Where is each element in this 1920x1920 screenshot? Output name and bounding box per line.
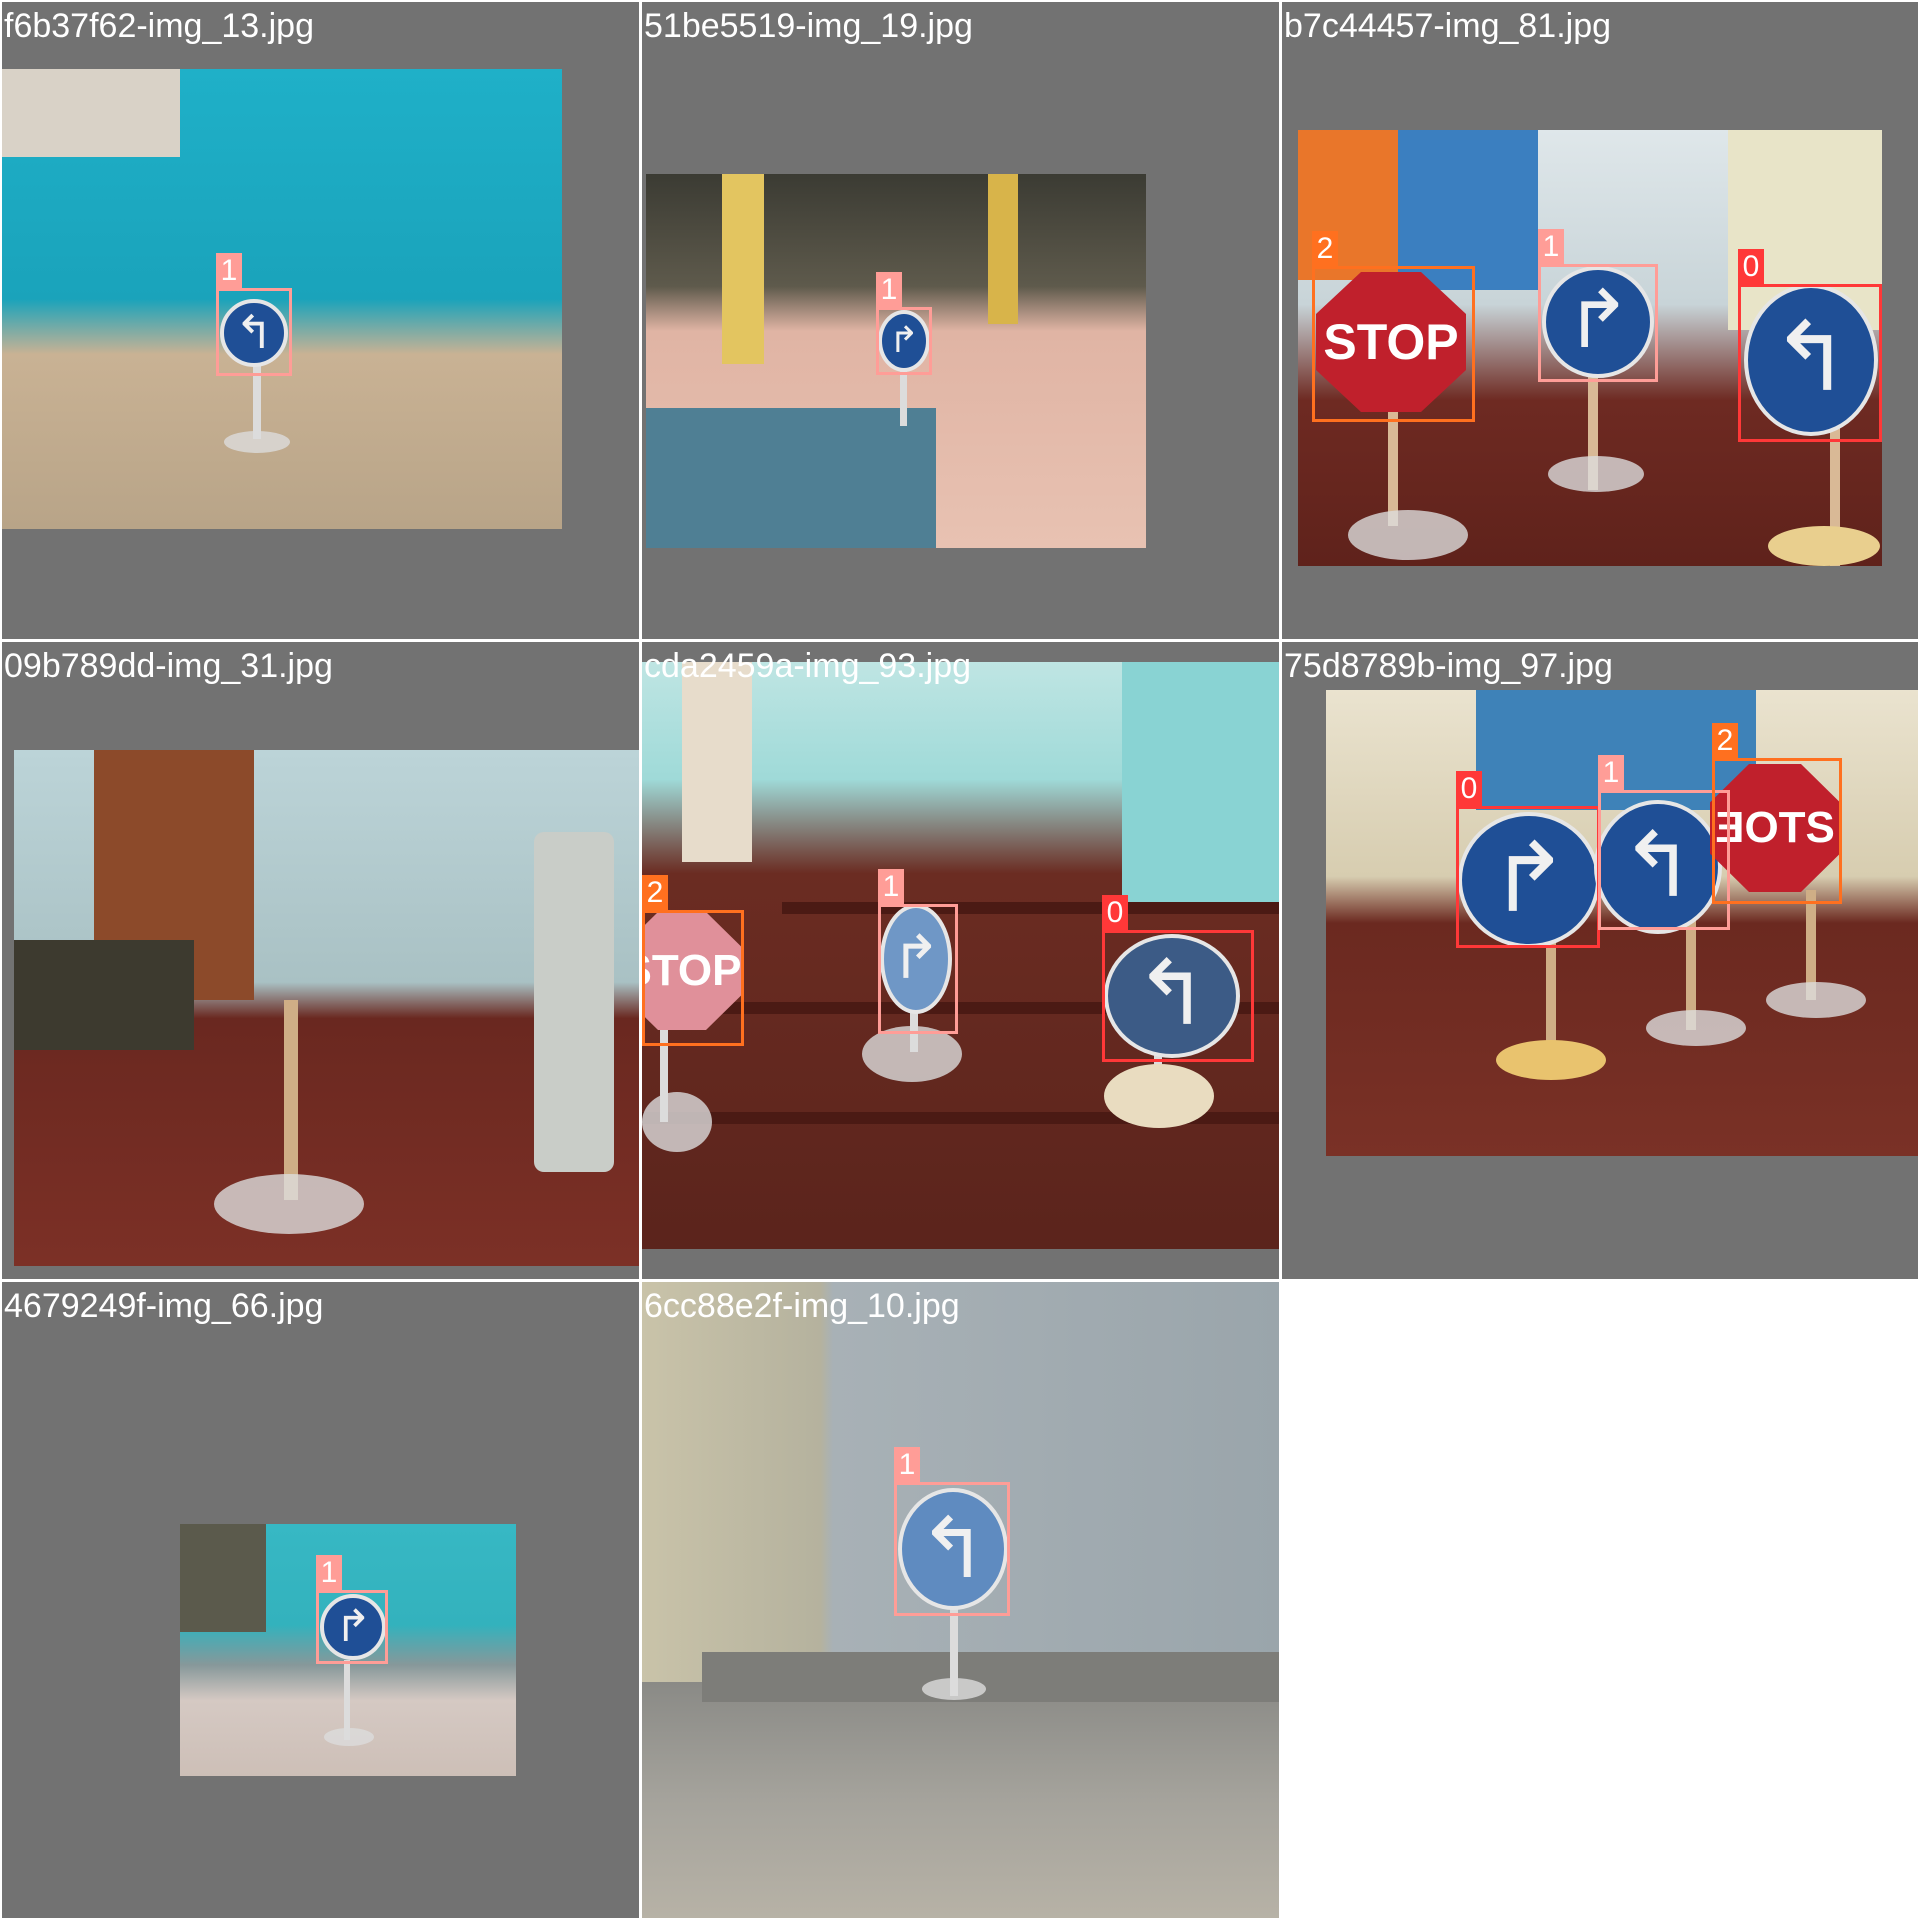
- image-filename: 09b789dd-img_31.jpg: [4, 647, 333, 685]
- ground: [642, 1682, 1279, 1918]
- ledge: [646, 408, 936, 548]
- class-label: 0: [1456, 771, 1482, 807]
- detection-box[interactable]: 1: [216, 253, 292, 376]
- sign-base: [324, 1728, 374, 1746]
- detection-box[interactable]: 1: [878, 869, 958, 1034]
- detection-box[interactable]: 0: [1102, 895, 1254, 1062]
- sign-base: [224, 431, 290, 453]
- sign-base: [1646, 1010, 1746, 1046]
- mosaic-tile-5[interactable]: STOP ↱ ↰ 2 1 0 cda2459a-img_93.jpg: [642, 642, 1279, 1279]
- detection-box[interactable]: 2: [1712, 723, 1842, 904]
- mosaic-tile-6[interactable]: ↱ ↰ ƎOTS 0 1 2 75d8789b-img_97.jpg: [1282, 642, 1918, 1279]
- sign-pole: [284, 1000, 298, 1200]
- mosaic-tile-1[interactable]: ↰ 1 f6b37f62-img_13.jpg: [2, 2, 639, 639]
- class-label: 2: [1712, 723, 1738, 759]
- mosaic-tile-3[interactable]: STOP ↱ ↰ 2 1 0 b7c44457-img_81.jpg: [1282, 2, 1918, 639]
- water-bottle: [534, 832, 614, 1172]
- wall-stripe: [1122, 662, 1279, 902]
- pillar: [988, 174, 1018, 324]
- detection-box[interactable]: 1: [1598, 755, 1730, 930]
- image-filename: 75d8789b-img_97.jpg: [1284, 647, 1613, 685]
- pillar: [722, 174, 764, 364]
- class-label: 1: [316, 1555, 342, 1591]
- image-filename: b7c44457-img_81.jpg: [1284, 7, 1612, 45]
- sign-base: [214, 1174, 364, 1234]
- detection-box[interactable]: 1: [316, 1555, 388, 1664]
- class-label: 0: [1102, 895, 1128, 931]
- detection-box[interactable]: 1: [1538, 229, 1658, 382]
- tile-photo: [14, 750, 639, 1266]
- pillar: [682, 662, 752, 862]
- class-label: 1: [216, 253, 242, 289]
- sign-base: [862, 1026, 962, 1082]
- sign-base: [1766, 982, 1866, 1018]
- class-label: 2: [642, 875, 668, 911]
- image-filename: cda2459a-img_93.jpg: [644, 647, 972, 685]
- sign-base: [642, 1092, 712, 1152]
- detection-box[interactable]: 2: [642, 875, 744, 1046]
- image-filename: f6b37f62-img_13.jpg: [4, 7, 315, 45]
- class-label: 1: [894, 1447, 920, 1483]
- mosaic-tile-8[interactable]: ↰ 1 6cc88e2f-img_10.jpg: [642, 1282, 1279, 1918]
- class-label: 1: [1598, 755, 1624, 791]
- sign-base: [1496, 1040, 1606, 1080]
- curb: [702, 1652, 1279, 1702]
- wall-panel: [2, 69, 180, 157]
- image-filename: 51be5519-img_19.jpg: [644, 7, 973, 45]
- class-label: 1: [1538, 229, 1564, 265]
- robot-car: [14, 940, 194, 1050]
- image-filename: 6cc88e2f-img_10.jpg: [644, 1287, 960, 1325]
- class-label: 1: [878, 869, 904, 905]
- class-label: 2: [1312, 231, 1338, 267]
- mosaic-tile-2[interactable]: ↱ 1 51be5519-img_19.jpg: [642, 2, 1279, 639]
- sign-base: [1104, 1064, 1214, 1128]
- class-label: 0: [1738, 249, 1764, 285]
- sign-base: [922, 1678, 986, 1700]
- sign-pole: [900, 370, 907, 426]
- mosaic-tile-7[interactable]: ↱ 1 4679249f-img_66.jpg: [2, 1282, 639, 1918]
- image-filename: 4679249f-img_66.jpg: [4, 1287, 324, 1325]
- sign-base: [1768, 526, 1880, 566]
- detection-box[interactable]: 1: [876, 272, 932, 375]
- shop-window: [180, 1524, 266, 1632]
- detection-box[interactable]: 2: [1312, 231, 1475, 422]
- class-label: 1: [876, 272, 902, 308]
- bench-plank: [782, 902, 1279, 914]
- detection-box[interactable]: 1: [894, 1447, 1010, 1616]
- mosaic-tile-4[interactable]: ↱ 1 09b789dd-img_31.jpg: [2, 642, 639, 1279]
- sign-base: [1548, 456, 1644, 492]
- detection-box[interactable]: 0: [1456, 771, 1600, 948]
- detection-box[interactable]: 0: [1738, 249, 1882, 442]
- sign-base: [1348, 510, 1468, 560]
